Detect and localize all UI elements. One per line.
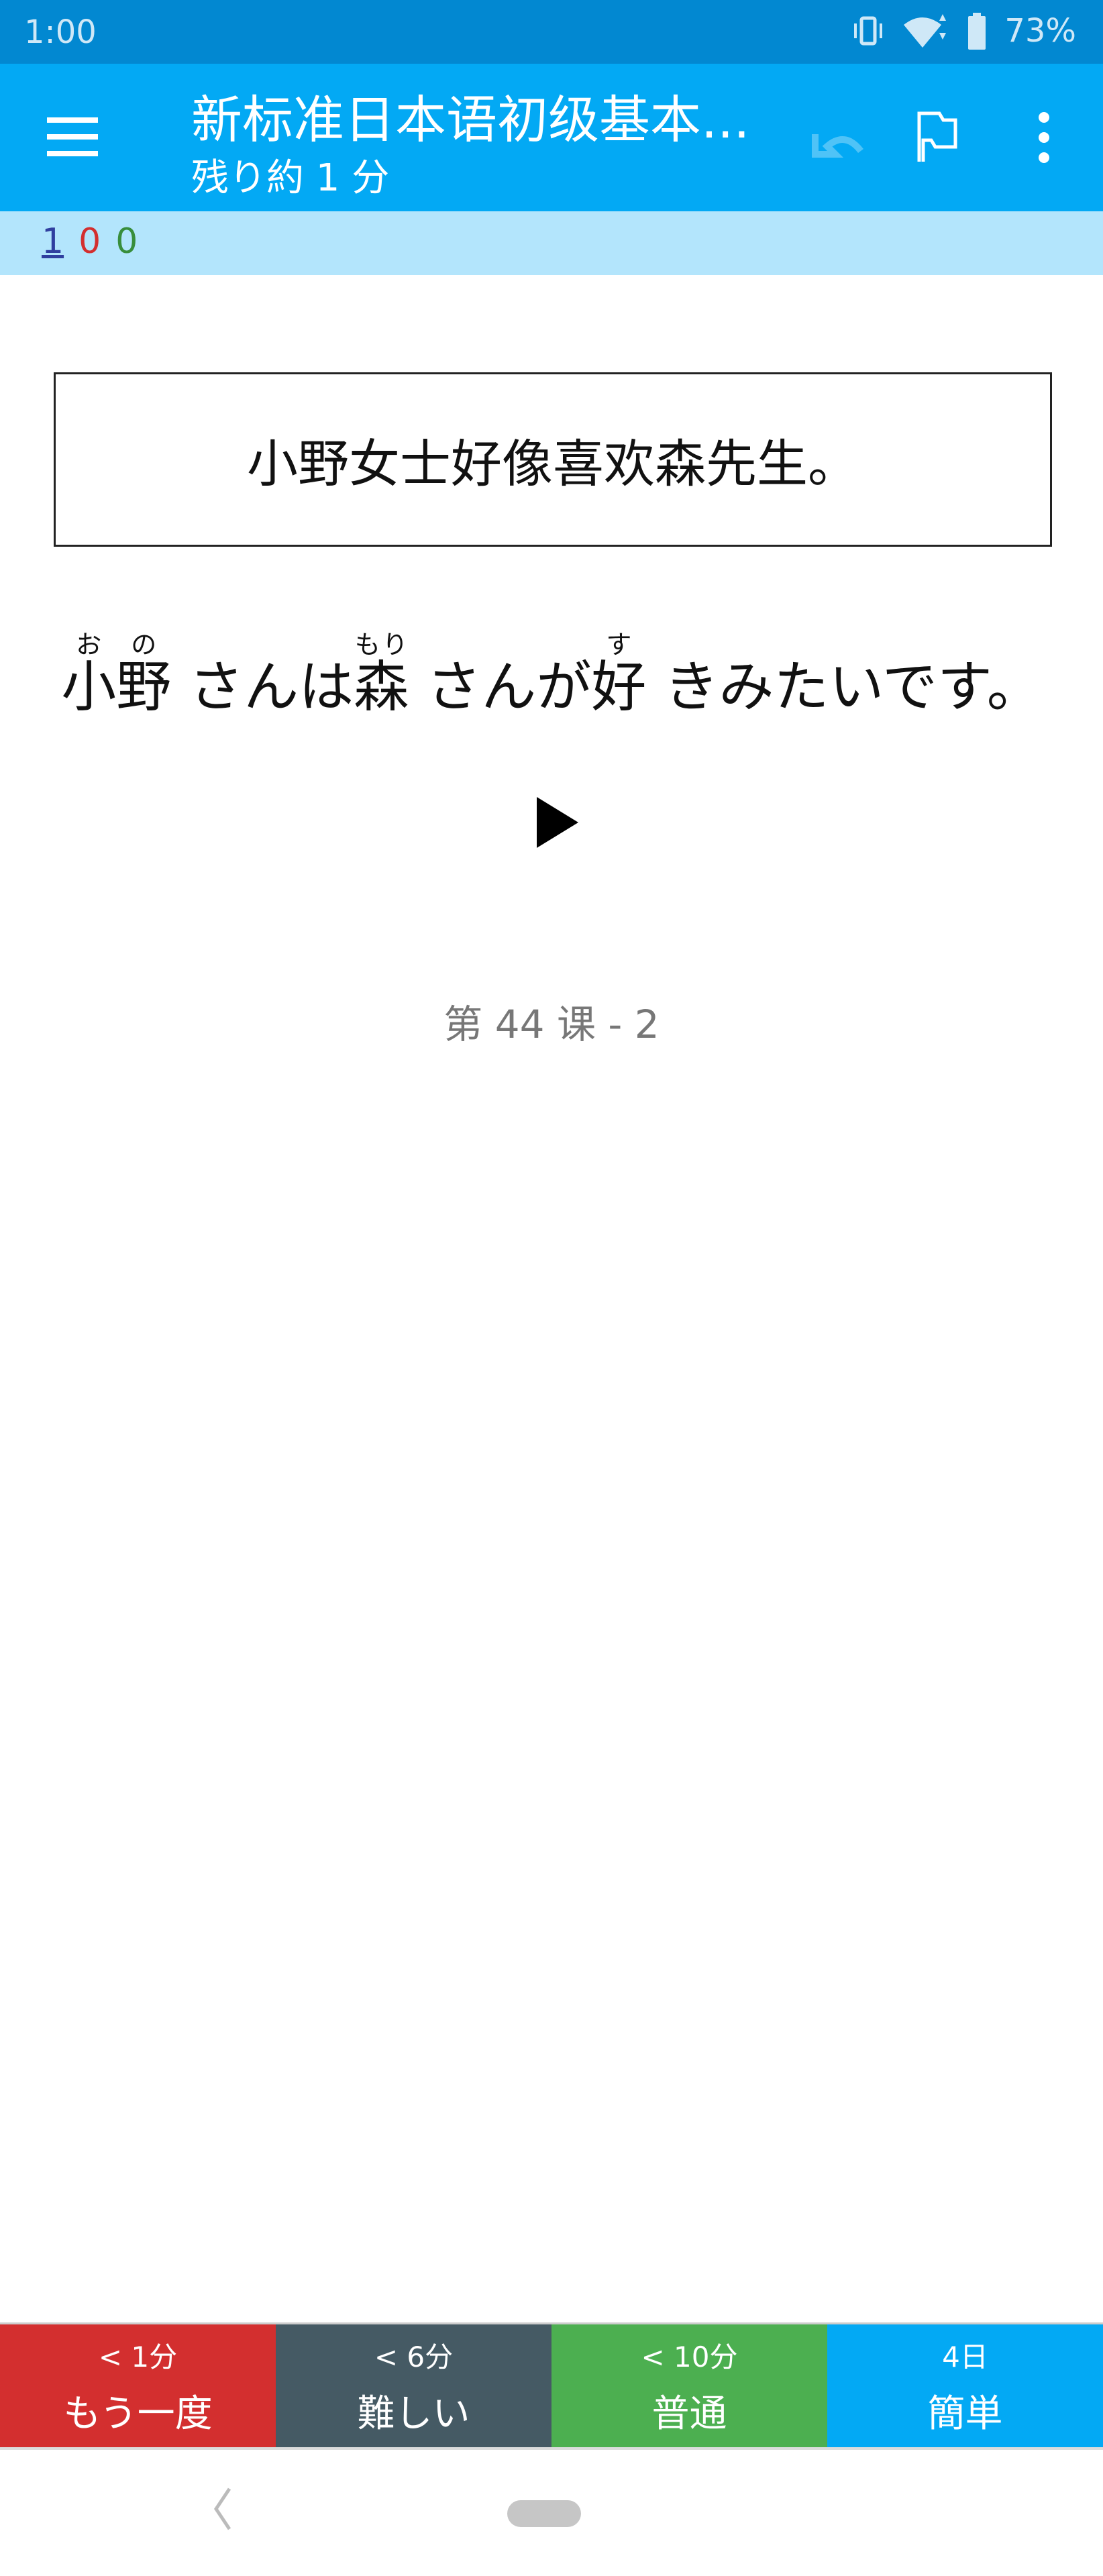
battery-level: 73% — [1004, 12, 1076, 50]
sentence-text: さんが — [409, 655, 592, 719]
furigana-word: 小野おの — [61, 630, 172, 719]
wifi-icon — [904, 13, 947, 48]
system-nav-bar — [0, 2452, 1103, 2576]
deck-title: 新标准日本语初级基本... — [191, 90, 750, 150]
app-bar: 新标准日本语初级基本... 残り約 1 分 — [0, 64, 1103, 211]
learning-count: 0 — [78, 221, 101, 262]
more-vert-icon[interactable] — [1010, 104, 1078, 171]
vibrate-icon — [854, 16, 883, 46]
new-count: 1 — [42, 221, 64, 262]
answer-buttons: < 1分 もう一度 < 6分 難しい < 10分 普通 4日 簡単 — [0, 2322, 1103, 2450]
furigana-word: 森もり — [354, 630, 409, 719]
battery-icon — [968, 12, 986, 50]
good-button[interactable]: < 10分 普通 — [552, 2324, 827, 2447]
answer-sentence: 小野おの さんは森もり さんが好す きみたいです。 — [0, 630, 1103, 722]
clock: 1:00 — [24, 13, 97, 51]
status-bar: 1:00 73% — [0, 0, 1103, 64]
home-pill[interactable] — [507, 2500, 581, 2527]
undo-icon[interactable] — [805, 104, 872, 171]
flag-icon[interactable] — [902, 104, 969, 171]
furigana-word: 好す — [591, 630, 647, 719]
easy-button[interactable]: 4日 簡単 — [827, 2324, 1103, 2447]
menu-icon[interactable] — [47, 117, 98, 156]
sentence-text: きみたいです。 — [646, 655, 1042, 719]
lesson-label: 第 44 课 - 2 — [443, 1002, 660, 1047]
sentence-text: さんは — [171, 655, 354, 719]
hard-button[interactable]: < 6分 難しい — [276, 2324, 552, 2447]
review-count: 0 — [115, 221, 138, 262]
play-audio-icon[interactable] — [537, 797, 578, 848]
card-counts: 100 — [0, 211, 1103, 275]
again-button[interactable]: < 1分 もう一度 — [0, 2324, 276, 2447]
question-box: 小野女士好像喜欢森先生。 — [54, 372, 1052, 547]
time-remaining: 残り約 1 分 — [191, 156, 390, 200]
back-icon[interactable] — [208, 2485, 235, 2532]
question-text: 小野女士好像喜欢森先生。 — [247, 434, 859, 494]
